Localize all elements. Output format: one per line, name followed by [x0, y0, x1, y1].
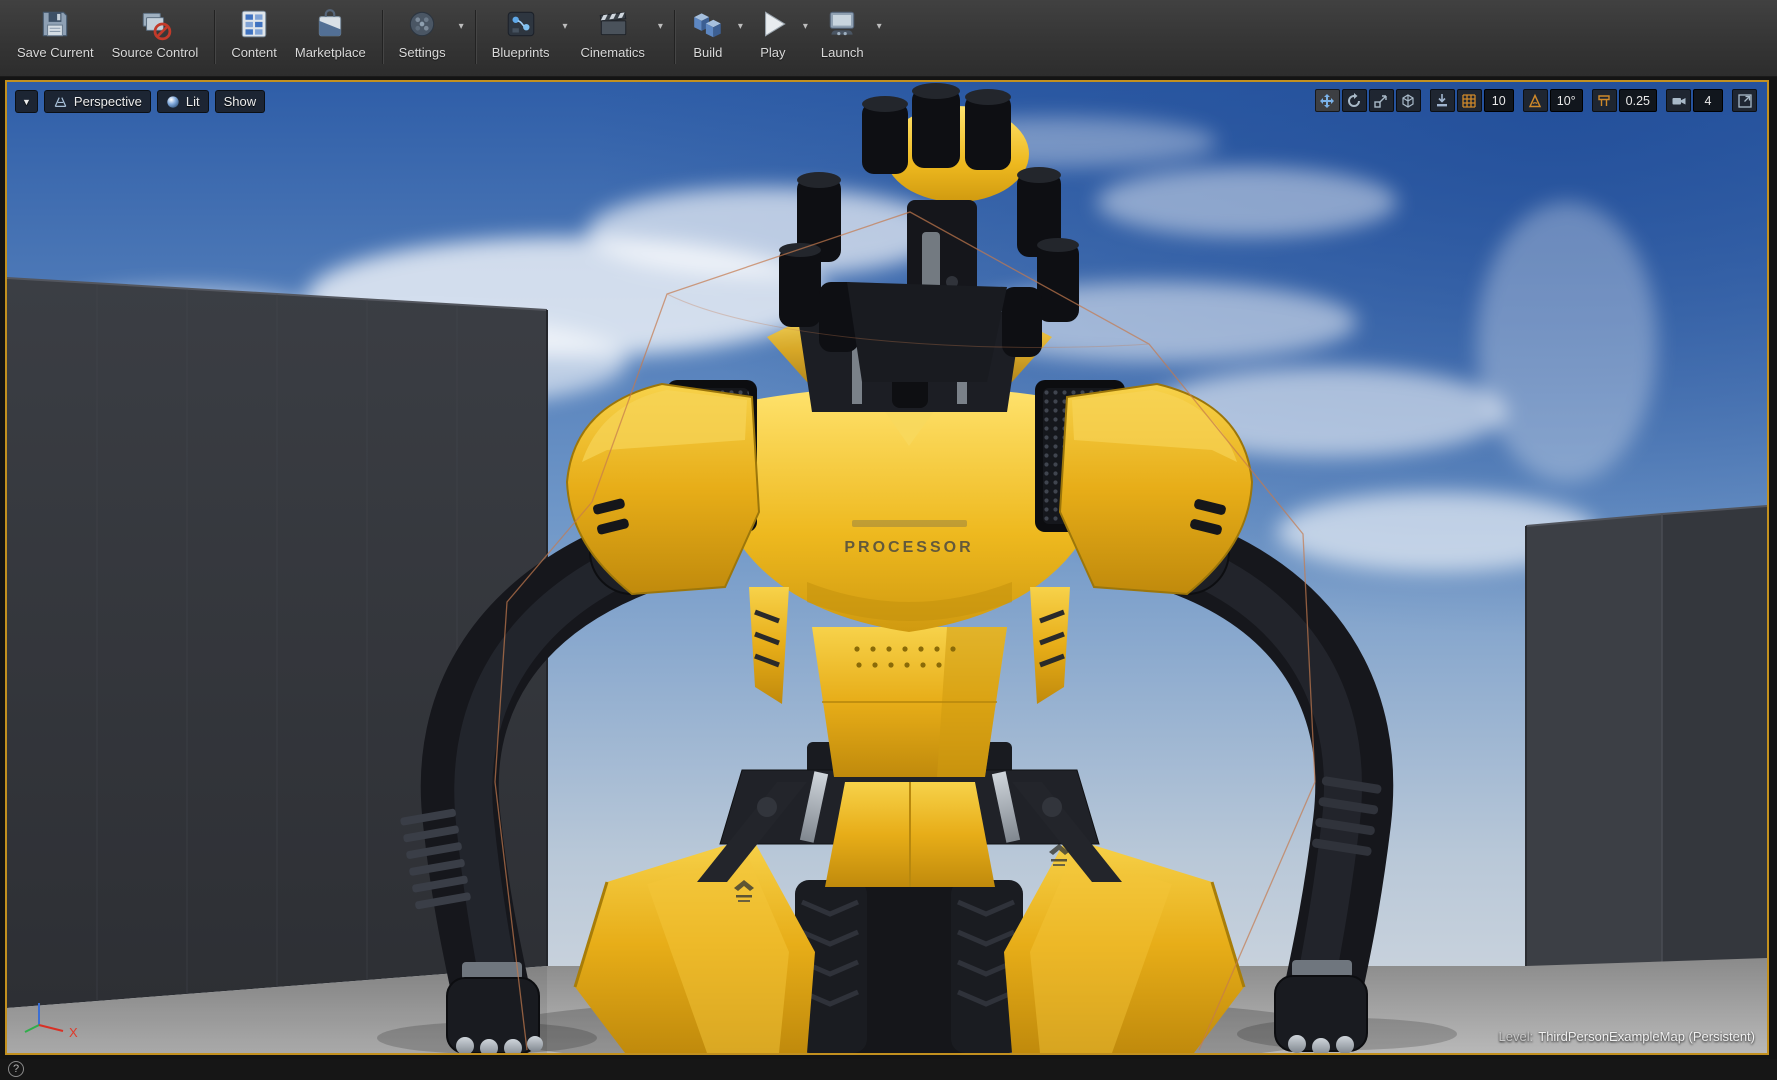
content-label: Content	[231, 45, 277, 60]
save-current-label: Save Current	[17, 45, 94, 60]
marketplace-label: Marketplace	[294, 45, 366, 60]
axis-x-label: X	[69, 1025, 78, 1040]
rotate-tool-button[interactable]	[1341, 89, 1367, 112]
coordinate-system-button[interactable]	[1395, 89, 1421, 112]
axis-gizmo: X	[24, 1003, 78, 1040]
rotation-snap-value[interactable]: 10°	[1549, 89, 1583, 112]
grid-snap-value[interactable]: 10	[1483, 89, 1514, 112]
scene-render: PROCESSOR	[7, 82, 1767, 1053]
blueprints-button[interactable]: Blueprints	[483, 2, 559, 62]
right-wall	[1525, 505, 1767, 970]
toolbar-separator	[381, 10, 383, 64]
view-mode-label: Perspective	[73, 94, 142, 109]
camera-speed-icon	[1672, 97, 1685, 104]
content-button[interactable]: Content	[222, 2, 286, 62]
play-button[interactable]: Play	[747, 2, 799, 62]
cinematics-icon	[599, 11, 627, 36]
show-flags-button[interactable]: Show	[214, 90, 266, 113]
level-label: Level: ThirdPersonExampleMap (Persistent)	[1499, 1029, 1755, 1044]
translate-tool-button[interactable]	[1314, 89, 1340, 112]
surface-snapping-button[interactable]	[1429, 89, 1455, 112]
save-icon	[43, 11, 68, 37]
save-current-button[interactable]: Save Current	[8, 2, 103, 62]
play-icon	[764, 11, 786, 37]
source-control-icon	[142, 12, 172, 41]
perspective-icon	[54, 96, 67, 107]
level-prefix: Level:	[1498, 1029, 1534, 1044]
blueprints-label: Blueprints	[491, 45, 550, 60]
toolbar-separator	[214, 10, 216, 64]
blueprints-icon	[507, 11, 534, 37]
settings-label: Settings	[398, 45, 446, 60]
settings-button[interactable]: Settings	[390, 2, 455, 62]
source-control-label: Source Control	[111, 45, 199, 60]
grid-snapping-button[interactable]	[1456, 89, 1482, 112]
cinematics-dropdown-caret-icon[interactable]: ▾	[654, 2, 667, 50]
cinematics-button[interactable]: Cinematics	[572, 2, 654, 62]
surface-snap-icon	[1437, 93, 1448, 106]
world-coordinate-icon	[1402, 93, 1414, 108]
play-label: Play	[760, 45, 786, 60]
viewport-options-button[interactable]: ▼	[15, 90, 38, 113]
lit-mode-button[interactable]: Lit	[156, 90, 209, 113]
level-name: ThirdPersonExampleMap (Persistent)	[1538, 1029, 1755, 1044]
build-dropdown-caret-icon[interactable]: ▾	[734, 2, 747, 50]
launch-icon	[830, 11, 855, 36]
settings-dropdown-caret-icon[interactable]: ▾	[455, 2, 468, 50]
maximize-icon	[1737, 93, 1752, 108]
chest-text: PROCESSOR	[844, 539, 973, 556]
play-dropdown-caret-icon[interactable]: ▾	[799, 2, 812, 50]
launch-label: Launch	[820, 45, 864, 60]
toolbar-separator	[474, 10, 476, 64]
camera-speed-value[interactable]: 4	[1693, 89, 1723, 112]
marketplace-button[interactable]: Marketplace	[286, 2, 375, 62]
viewport-topleft-controls: ▼ Perspective Lit Show	[15, 90, 266, 113]
source-control-button[interactable]: Source Control	[103, 2, 208, 62]
lit-icon	[167, 95, 179, 108]
status-strip: ?	[0, 1059, 1777, 1080]
robot-waist	[812, 627, 1007, 777]
rotate-tool-icon	[1348, 92, 1361, 107]
view-mode-perspective-button[interactable]: Perspective	[43, 90, 151, 113]
viewport-options-caret-icon: ▼	[22, 96, 31, 107]
viewport-canvas[interactable]: PROCESSOR ▼ Perspective Lit Show 10 10° …	[7, 82, 1767, 1053]
scale-snapping-button[interactable]	[1591, 89, 1617, 112]
build-button[interactable]: Build	[682, 2, 734, 62]
content-browser-icon	[241, 10, 267, 38]
lit-label: Lit	[185, 94, 200, 109]
chest-subtext-decoration	[852, 520, 967, 527]
scale-snap-icon	[1598, 94, 1610, 106]
translate-tool-icon	[1320, 93, 1335, 108]
help-icon[interactable]: ?	[8, 1061, 24, 1077]
main-toolbar: Save Current Source Control Content Mark…	[0, 0, 1777, 77]
scale-tool-icon	[1374, 94, 1387, 108]
rotation-snap-icon	[1529, 93, 1542, 107]
launch-button[interactable]: Launch	[812, 2, 873, 62]
build-icon	[694, 13, 721, 38]
settings-icon	[409, 11, 435, 37]
maximize-viewport-button[interactable]	[1732, 89, 1757, 112]
launch-dropdown-caret-icon[interactable]: ▾	[873, 2, 886, 50]
build-label: Build	[693, 45, 723, 60]
marketplace-icon	[319, 9, 342, 37]
scale-tool-button[interactable]	[1368, 89, 1394, 112]
cinematics-label: Cinematics	[580, 45, 645, 60]
rotation-snapping-button[interactable]	[1522, 89, 1548, 112]
active-viewport-frame: PROCESSOR ▼ Perspective Lit Show 10 10° …	[5, 80, 1769, 1055]
unreal-editor-window: Save Current Source Control Content Mark…	[0, 0, 1777, 1080]
show-label: Show	[223, 94, 257, 109]
blueprints-dropdown-caret-icon[interactable]: ▾	[559, 2, 572, 50]
toolbar-separator	[673, 10, 675, 64]
viewport-topright-controls: 10 10° 0.25 4	[1314, 89, 1757, 112]
scale-snap-value[interactable]: 0.25	[1618, 89, 1657, 112]
grid-snap-icon	[1462, 93, 1476, 108]
camera-speed-button[interactable]	[1666, 89, 1691, 112]
